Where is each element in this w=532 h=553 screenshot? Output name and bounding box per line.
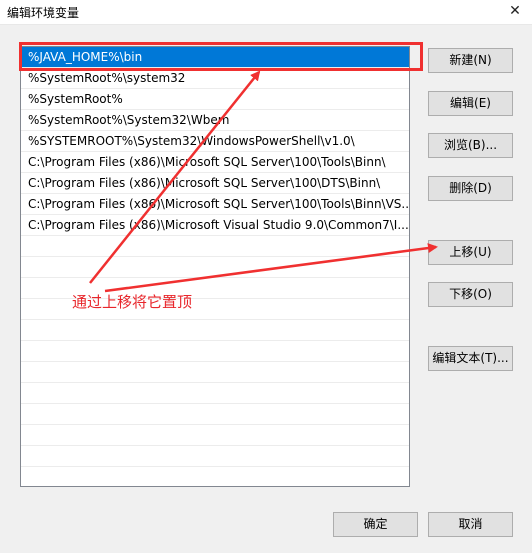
empty-row[interactable] <box>21 425 409 446</box>
path-item[interactable]: %SystemRoot%\System32\Wbem <box>21 110 409 131</box>
path-item[interactable]: %SystemRoot%\system32 <box>21 68 409 89</box>
empty-row[interactable] <box>21 341 409 362</box>
path-item[interactable]: C:\Program Files (x86)\Microsoft Visual … <box>21 215 409 236</box>
edit-button[interactable]: 编辑(E) <box>428 91 513 116</box>
empty-row[interactable] <box>21 404 409 425</box>
new-button[interactable]: 新建(N) <box>428 48 513 73</box>
delete-button[interactable]: 删除(D) <box>428 176 513 201</box>
edit-text-button[interactable]: 编辑文本(T)... <box>428 346 513 371</box>
ok-button[interactable]: 确定 <box>333 512 418 537</box>
empty-row[interactable] <box>21 320 409 341</box>
path-item[interactable]: C:\Program Files (x86)\Microsoft SQL Ser… <box>21 173 409 194</box>
empty-row[interactable] <box>21 446 409 467</box>
move-up-button[interactable]: 上移(U) <box>428 240 513 265</box>
close-icon[interactable]: ✕ <box>504 1 526 21</box>
path-item[interactable]: %JAVA_HOME%\bin <box>21 47 409 68</box>
browse-button[interactable]: 浏览(B)... <box>428 133 513 158</box>
empty-row[interactable] <box>21 362 409 383</box>
path-item[interactable]: %SYSTEMROOT%\System32\WindowsPowerShell\… <box>21 131 409 152</box>
path-item[interactable]: C:\Program Files (x86)\Microsoft SQL Ser… <box>21 152 409 173</box>
empty-row[interactable] <box>21 383 409 404</box>
window-title: 编辑环境变量 <box>7 6 80 20</box>
empty-row[interactable] <box>21 257 409 278</box>
path-item[interactable]: %SystemRoot% <box>21 89 409 110</box>
empty-row[interactable] <box>21 467 409 486</box>
annotation-text: 通过上移将它置顶 <box>72 293 193 311</box>
title-bar: 编辑环境变量 ✕ <box>0 0 532 25</box>
empty-row[interactable] <box>21 236 409 257</box>
path-list[interactable]: %JAVA_HOME%\bin %SystemRoot%\system32 %S… <box>20 46 410 487</box>
move-down-button[interactable]: 下移(O) <box>428 282 513 307</box>
path-item[interactable]: C:\Program Files (x86)\Microsoft SQL Ser… <box>21 194 409 215</box>
cancel-button[interactable]: 取消 <box>428 512 513 537</box>
